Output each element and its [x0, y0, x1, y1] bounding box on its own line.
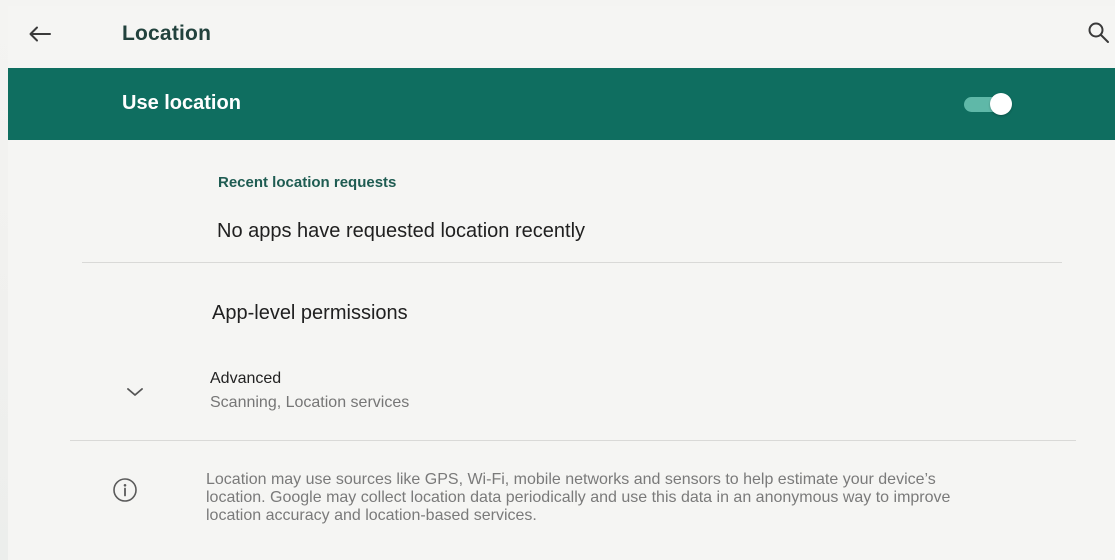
search-button[interactable] — [1087, 20, 1115, 50]
chevron-down-icon — [123, 385, 147, 401]
page-title: Location — [122, 22, 212, 45]
use-location-bar[interactable]: Use location — [8, 68, 1115, 140]
location-info-text: Location may use sources like GPS, Wi-Fi… — [206, 471, 951, 524]
divider — [70, 440, 1076, 441]
recent-requests-header: Recent location requests — [218, 174, 397, 191]
advanced-item[interactable]: Advanced Scanning, Location services — [8, 361, 1115, 423]
use-location-label: Use location — [122, 92, 241, 114]
advanced-summary: Scanning, Location services — [210, 394, 410, 411]
arrow-left-icon — [29, 26, 51, 47]
app-level-permissions-item[interactable]: App-level permissions — [8, 286, 1115, 346]
use-location-toggle[interactable] — [962, 93, 1020, 115]
divider — [82, 262, 1062, 263]
app-bar: Location — [8, 6, 1115, 68]
toggle-thumb — [990, 93, 1012, 115]
search-icon — [1087, 21, 1111, 50]
advanced-title: Advanced — [210, 370, 282, 387]
app-level-permissions-label: App-level permissions — [212, 302, 408, 324]
info-icon — [111, 476, 139, 504]
back-button[interactable] — [22, 18, 58, 54]
no-recent-requests-text: No apps have requested location recently — [217, 220, 586, 242]
location-settings-screen: Location Use location Recent location re… — [8, 6, 1115, 560]
